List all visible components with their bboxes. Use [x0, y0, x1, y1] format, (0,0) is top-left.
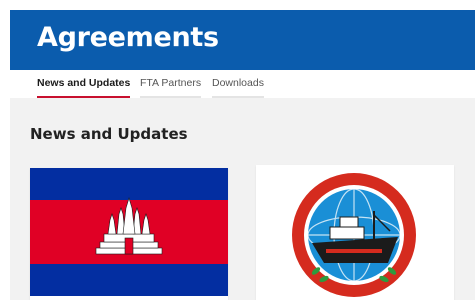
tab-fta-partners[interactable]: FTA Partners	[140, 77, 202, 98]
tab-news-and-updates[interactable]: News and Updates	[37, 77, 131, 98]
news-card[interactable]	[256, 165, 454, 300]
tab-bar: News and Updates FTA Partners Downloads	[10, 70, 475, 98]
news-card[interactable]	[30, 168, 228, 300]
page-title: Agreements	[37, 22, 219, 53]
section-title: News and Updates	[30, 125, 188, 143]
news-section: News and Updates	[10, 98, 475, 300]
cambodia-flag-image	[30, 168, 228, 296]
ministry-logo-image	[292, 173, 416, 297]
tab-downloads[interactable]: Downloads	[212, 77, 264, 98]
page-banner: Agreements	[10, 10, 475, 70]
